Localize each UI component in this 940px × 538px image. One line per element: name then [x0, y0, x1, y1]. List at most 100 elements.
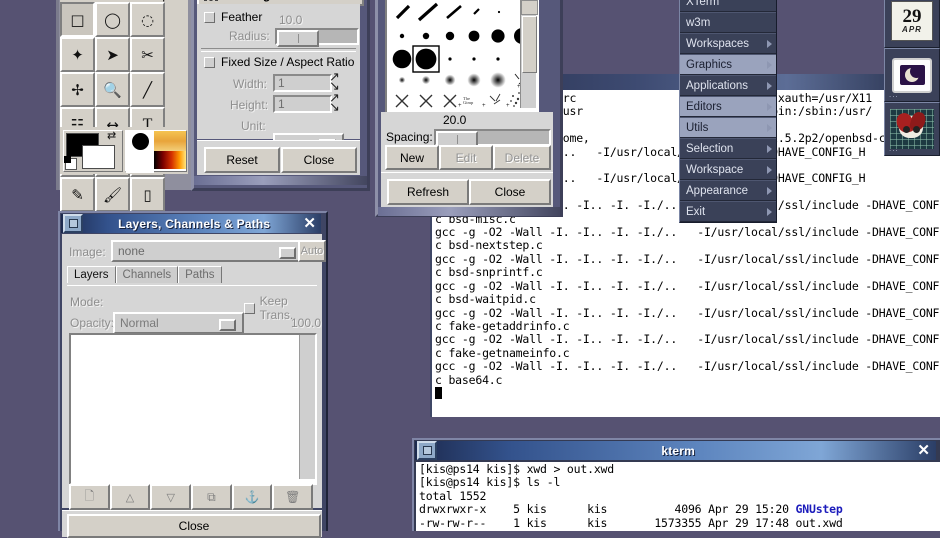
active-brush-indicator[interactable] [126, 131, 154, 173]
layer-list[interactable] [69, 333, 317, 485]
toolbox-tool-grid[interactable]: □◯◌✦➤✂✢🔍╱☷↔T✚◈▣✎🖌▯❀⚖💧✎●✺⋀ [60, 2, 188, 317]
brushes-close-button[interactable]: Close [469, 179, 551, 205]
new-layer-button[interactable]: 🗋 [69, 484, 110, 510]
root-menu-item-exit[interactable]: Exit [680, 201, 776, 222]
dock-item-gimp[interactable]: ... [884, 102, 940, 156]
height-input[interactable]: 1 [273, 95, 332, 113]
color-area[interactable]: ⇄ [63, 130, 123, 172]
tool-magnify[interactable]: 🔍 [95, 72, 130, 107]
root-menu-item-graphics[interactable]: Graphics [680, 54, 776, 75]
keep-trans-checkbox[interactable] [244, 302, 255, 314]
kterm-window[interactable]: kterm ✕ [kis@ps14 kis]$ xwd > out.xwd [ki… [412, 438, 940, 531]
radius-value: 10.0 [279, 13, 303, 27]
layers-window[interactable]: Layers, Channels & Paths ✕ Image: none A… [58, 211, 328, 538]
swap-colors-icon[interactable]: ⇄ [107, 131, 120, 142]
spacing-slider[interactable] [434, 129, 551, 148]
kterm-minimize-button[interactable] [417, 441, 437, 460]
layer-list-scrollbar[interactable] [299, 335, 315, 479]
tool-fuzzy-select[interactable]: ✦ [60, 37, 95, 72]
tool-pencil[interactable]: ✎ [60, 177, 95, 212]
width-spinner[interactable]: ↗ ↘ [329, 70, 340, 92]
kterm-line: -rw-rw-r-- 1 kis kis 1573355 Apr 29 17:4… [419, 515, 843, 530]
tool-paintbrush[interactable]: 🖌 [95, 177, 130, 212]
feather-checkbox[interactable] [204, 11, 215, 23]
brushes-statusbar [378, 207, 560, 216]
width-input[interactable]: 1 [273, 74, 332, 92]
layers-close-button[interactable]: Close [67, 514, 321, 538]
dock[interactable]: 29 APR ... ... [884, 0, 940, 156]
auto-button[interactable]: Auto [298, 240, 326, 262]
brush-grid-scrollbar[interactable] [520, 0, 538, 108]
tab-channels[interactable]: Channels [115, 266, 179, 283]
active-pattern-indicator[interactable] [154, 131, 186, 151]
kterm-titlebar[interactable]: kterm ✕ [415, 441, 936, 460]
layers-actionbar[interactable]: Close [62, 510, 322, 538]
layers-tabs[interactable]: Layers Channels Paths [67, 266, 222, 283]
terminal-monitor-icon [892, 57, 932, 93]
tool-ellipse-select[interactable]: ◯ [95, 2, 130, 37]
kterm-close-icon[interactable]: ✕ [917, 443, 930, 458]
terminal-line: c fake-getnameinfo.c [435, 345, 570, 360]
active-gradient-indicator[interactable] [154, 151, 186, 169]
tab-paths[interactable]: Paths [178, 266, 222, 283]
tool-intelligent-scissors[interactable]: ✂ [130, 37, 165, 72]
root-menu-item-appearance[interactable]: Appearance [680, 180, 776, 201]
image-dropdown[interactable]: none [111, 240, 304, 262]
delete-brush-button[interactable]: Delete [493, 145, 551, 170]
tool-options-window[interactable]: Rectangular Selection Feather 10.0 Radiu… [191, 0, 370, 191]
delete-layer-button[interactable]: 🗑 [272, 484, 314, 510]
layers-titlebar[interactable]: Layers, Channels & Paths ✕ [61, 214, 321, 233]
dock-item-calendar[interactable]: 29 APR [884, 0, 940, 48]
tool-bezier-select[interactable]: ➤ [95, 37, 130, 72]
fixed-size-checkbox[interactable] [204, 56, 215, 68]
chevron-down-icon [279, 247, 296, 259]
brushes-actionbar[interactable]: Refresh Close [381, 172, 553, 207]
layers-close-icon[interactable]: ✕ [303, 216, 316, 231]
toolbox-indicator-area[interactable]: ⇄ [60, 127, 188, 174]
root-menu-item-workspaces[interactable]: Workspaces [680, 33, 776, 54]
brushes-window[interactable]: Circle (15) (15 x 15) [375, 0, 563, 217]
brushes-controls[interactable]: 20.0 Spacing: New Edit Delete [381, 112, 553, 172]
refresh-brushes-button[interactable]: Refresh [387, 179, 469, 205]
submenu-arrow-icon [767, 166, 772, 174]
gimp-toolbox-window[interactable]: File Xtns Help □◯◌✦➤✂✢🔍╱☷↔T✚◈▣✎🖌▯❀⚖💧✎●✺⋀… [56, 0, 194, 317]
layers-body[interactable]: Image: none Auto Layers Channels Paths M… [62, 234, 326, 510]
layer-buttons[interactable]: 🗋 △ ▽ ⧉ ⚓ 🗑 [69, 484, 314, 510]
tool-options-body[interactable]: Feather 10.0 Radius: Fixed Size / Aspect… [197, 4, 360, 152]
root-menu-item-w3m[interactable]: w3m [680, 12, 776, 33]
duplicate-layer-button[interactable]: ⧉ [191, 484, 232, 510]
background-color-swatch[interactable] [82, 145, 115, 169]
raise-layer-button[interactable]: △ [109, 484, 151, 510]
lower-layer-button[interactable]: ▽ [150, 484, 192, 510]
tool-eraser[interactable]: ▯ [130, 177, 165, 212]
root-menu-item-editors[interactable]: Editors [680, 96, 776, 117]
terminal-line: c bsd-snprintf.c [435, 265, 543, 280]
layers-minimize-button[interactable] [63, 214, 83, 233]
root-menu-item-xterm[interactable]: XTerm [680, 0, 776, 12]
root-menu-item-workspace[interactable]: Workspace [680, 159, 776, 180]
anchor-layer-button[interactable]: ⚓ [231, 484, 273, 510]
height-spinner[interactable]: ↗ ↘ [329, 91, 340, 113]
tool-move[interactable]: ✢ [60, 72, 95, 107]
tab-layers[interactable]: Layers [67, 266, 116, 283]
root-menu[interactable]: XTerm w3m Workspaces Graphics Applications Ed… [679, 0, 777, 223]
root-menu-item-label: XTerm [686, 0, 720, 8]
new-brush-button[interactable]: New [385, 145, 439, 170]
dock-item-terminal[interactable]: ... [884, 48, 940, 102]
tool-free-select[interactable]: ◌ [130, 2, 165, 37]
radius-slider[interactable] [275, 28, 359, 47]
mode-dropdown[interactable]: Normal [113, 312, 244, 334]
reset-button[interactable]: Reset [204, 147, 280, 173]
brush-pattern-area[interactable] [125, 130, 187, 173]
tool-options-actionbar[interactable]: Reset Close [197, 140, 360, 175]
root-menu-item-applications[interactable]: Applications [680, 75, 776, 96]
root-menu-item-utils[interactable]: Utils [680, 117, 776, 138]
fixed-size-toggle[interactable]: Fixed Size / Aspect Ratio [204, 55, 354, 69]
root-menu-item-selection[interactable]: Selection [680, 138, 776, 159]
edit-brush-button[interactable]: Edit [439, 145, 493, 170]
brush-grid[interactable]: + + The Gimp + + [385, 0, 539, 114]
tool-crop[interactable]: ╱ [130, 72, 165, 107]
tool-options-close-button[interactable]: Close [281, 147, 357, 173]
feather-toggle[interactable]: Feather [204, 10, 262, 24]
tool-rect-select[interactable]: □ [60, 2, 95, 37]
